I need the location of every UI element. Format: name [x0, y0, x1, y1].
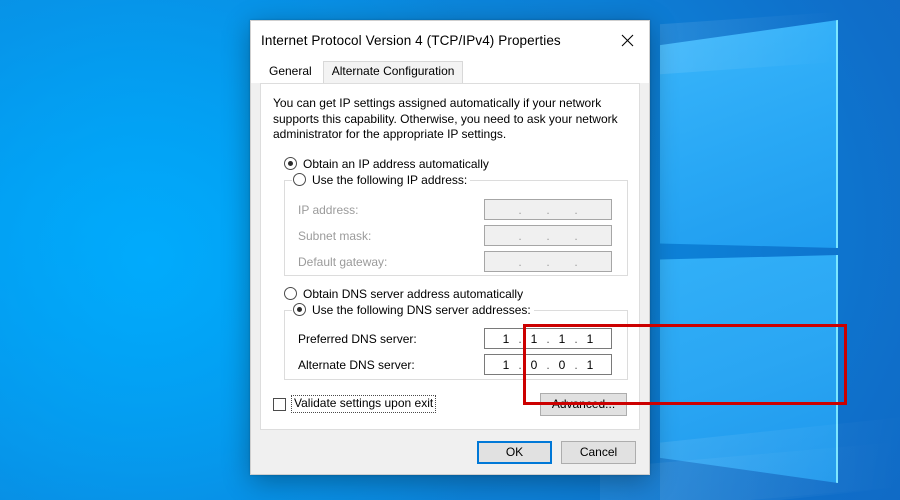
windows-logo-pane-top [660, 20, 838, 248]
desktop-wallpaper: Internet Protocol Version 4 (TCP/IPv4) P… [0, 0, 900, 500]
default-gateway-row: Default gateway: ... [285, 249, 627, 275]
dot-separator: . [574, 357, 578, 372]
tab-strip: General Alternate Configuration [251, 59, 649, 83]
dot-separator: . [546, 228, 550, 243]
radio-label: Use the following DNS server addresses: [312, 302, 531, 317]
wallpaper-streak [660, 417, 900, 500]
radio-obtain-ip-automatically[interactable]: Obtain an IP address automatically [284, 157, 628, 171]
tab-general[interactable]: General [260, 61, 321, 83]
radio-indicator [293, 303, 306, 316]
preferred-dns-label: Preferred DNS server: [298, 331, 417, 346]
dot-separator: . [518, 331, 522, 346]
tab-alternate-configuration[interactable]: Alternate Configuration [322, 61, 464, 83]
subnet-mask-input[interactable]: ... [484, 225, 612, 246]
radio-use-following-ip-address[interactable]: Use the following IP address: [292, 172, 471, 187]
window-title: Internet Protocol Version 4 (TCP/IPv4) P… [261, 32, 561, 48]
dot-separator: . [546, 254, 550, 269]
radio-label: Use the following IP address: [312, 172, 468, 187]
use-following-dns-groupbox: Use the following DNS server addresses: … [284, 302, 628, 380]
octet: 1 [530, 331, 538, 346]
subnet-mask-label: Subnet mask: [298, 228, 372, 243]
ok-button[interactable]: OK [477, 440, 552, 464]
ip-address-row: IP address: ... [285, 197, 627, 223]
octet: 1 [586, 357, 594, 372]
cancel-button[interactable]: Cancel [561, 440, 636, 464]
dot-separator: . [574, 331, 578, 346]
checkbox-label: Validate settings upon exit [291, 395, 437, 413]
dot-separator: . [518, 228, 522, 243]
dialog-footer: OK Cancel [251, 430, 649, 474]
preferred-dns-input[interactable]: 1. 1. 1. 1 [484, 328, 612, 349]
alternate-dns-row: Alternate DNS server: 1. 0. 0. 1 [285, 352, 627, 378]
radio-indicator [284, 157, 297, 170]
description-text: You can get IP settings assigned automat… [273, 96, 618, 141]
radio-label: Obtain DNS server address automatically [303, 286, 524, 301]
octet: 1 [558, 331, 566, 346]
windows-logo-pane-bottom [660, 255, 838, 483]
use-following-ip-groupbox: Use the following IP address: IP address… [284, 172, 628, 276]
dot-separator: . [574, 254, 578, 269]
radio-label: Obtain an IP address automatically [303, 156, 489, 171]
checkbox-validate-settings[interactable]: Validate settings upon exit [273, 395, 437, 413]
dot-separator: . [574, 202, 578, 217]
octet: 1 [502, 357, 510, 372]
wallpaper-streak [660, 11, 840, 75]
ip-address-input[interactable]: ... [484, 199, 612, 220]
radio-use-following-dns-addresses[interactable]: Use the following DNS server addresses: [292, 302, 534, 317]
checkbox-indicator [273, 397, 286, 411]
octet: 1 [586, 331, 594, 346]
alternate-dns-input[interactable]: 1. 0. 0. 1 [484, 354, 612, 375]
alternate-dns-label: Alternate DNS server: [298, 357, 415, 372]
ip-address-label: IP address: [298, 202, 359, 217]
default-gateway-input[interactable]: ... [484, 251, 612, 272]
dot-separator: . [546, 357, 550, 372]
dot-separator: . [518, 357, 522, 372]
dot-separator: . [546, 331, 550, 346]
close-icon[interactable] [605, 25, 649, 55]
octet: 0 [558, 357, 566, 372]
radio-indicator [293, 173, 306, 186]
dot-separator: . [518, 254, 522, 269]
tcpip-properties-dialog: Internet Protocol Version 4 (TCP/IPv4) P… [250, 20, 847, 475]
general-tab-page: You can get IP settings assigned automat… [260, 83, 640, 430]
radio-obtain-dns-automatically[interactable]: Obtain DNS server address automatically [284, 287, 628, 301]
octet: 0 [530, 357, 538, 372]
octet: 1 [502, 331, 510, 346]
validate-and-advanced-row: Validate settings upon exit Advanced... [272, 392, 628, 416]
dot-separator: . [546, 202, 550, 217]
title-bar: Internet Protocol Version 4 (TCP/IPv4) P… [251, 21, 649, 59]
radio-indicator [284, 287, 297, 300]
preferred-dns-row: Preferred DNS server: 1. 1. 1. 1 [285, 326, 627, 352]
subnet-mask-row: Subnet mask: ... [285, 223, 627, 249]
dot-separator: . [518, 202, 522, 217]
dot-separator: . [574, 228, 578, 243]
default-gateway-label: Default gateway: [298, 254, 388, 269]
advanced-button[interactable]: Advanced... [540, 392, 627, 416]
